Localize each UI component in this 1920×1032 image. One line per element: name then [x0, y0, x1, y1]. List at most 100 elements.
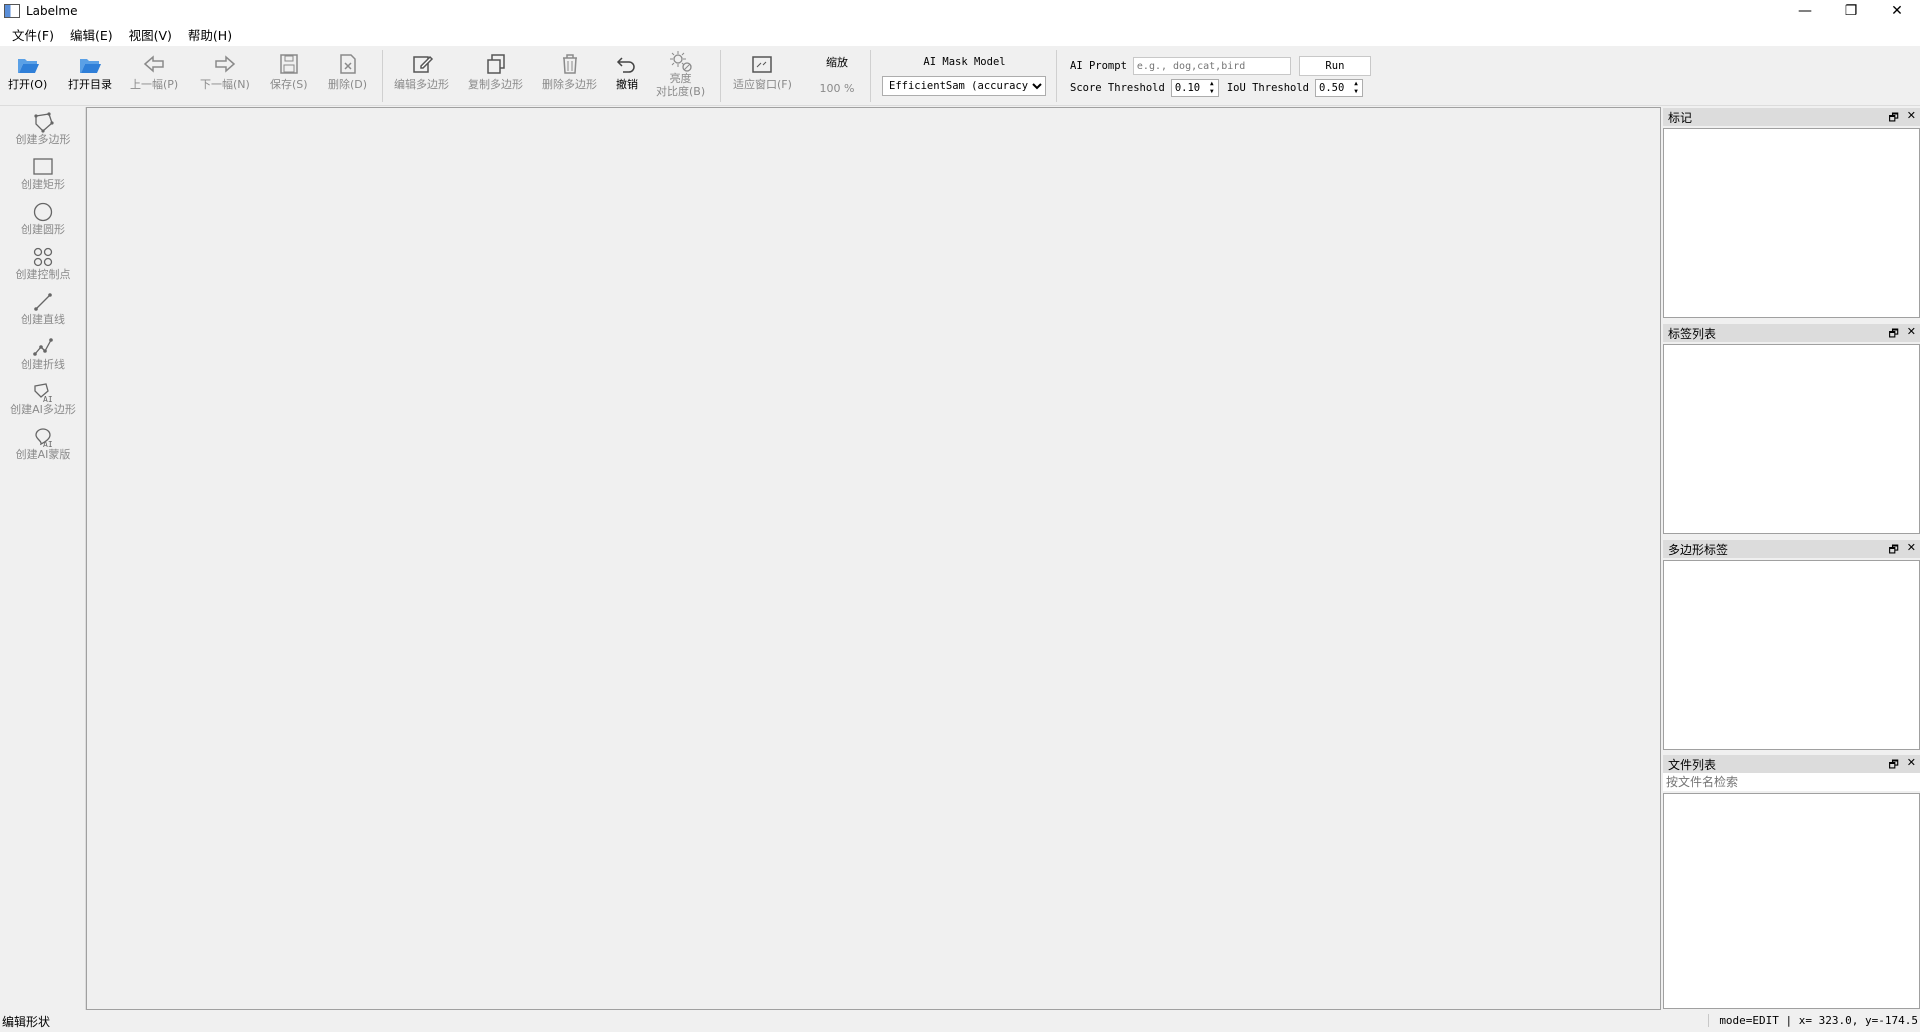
float-icon[interactable]: 🗗 — [1888, 325, 1898, 344]
file-list[interactable] — [1663, 793, 1920, 1009]
label-list-dock: 标签列表 🗗 ✕ — [1663, 324, 1920, 534]
status-coordinates: mode=EDIT | x= 323.0, y=-174.5 — [1708, 1014, 1918, 1027]
label-list[interactable] — [1663, 344, 1920, 534]
file-list-dock-title: 文件列表 — [1668, 757, 1717, 772]
open-button[interactable]: 打开(O) — [8, 52, 47, 91]
brightness-icon — [669, 51, 692, 72]
undo-icon — [616, 57, 635, 73]
minimize-button[interactable]: — — [1782, 0, 1828, 22]
toolbar-separator — [1056, 50, 1057, 102]
run-button[interactable]: Run — [1298, 56, 1371, 76]
prev-image-button[interactable]: 上一幅(P) — [130, 52, 178, 91]
close-window-button[interactable]: ✕ — [1874, 0, 1920, 22]
left-toolbar: 创建多边形 创建矩形 创建圆形 创建控制点 创建直线 创建折线 AI 创建AI多… — [0, 107, 86, 1010]
fit-window-button[interactable]: 适应窗口(F) — [733, 52, 792, 91]
create-ai-mask-button[interactable]: AI 创建AI蒙版 — [0, 426, 86, 461]
ai-polygon-icon: AI — [34, 383, 53, 403]
zoom-widget: 缩放 100 % — [812, 54, 862, 95]
title-bar: Labelme — ❐ ✕ — [0, 0, 1920, 22]
close-icon[interactable]: ✕ — [1907, 541, 1916, 560]
menu-edit[interactable]: 编辑(E) — [62, 25, 121, 44]
ai-mask-model-select[interactable]: EfficientSam (accuracy) — [882, 76, 1046, 96]
delete-polygon-button[interactable]: 删除多边形 — [542, 52, 597, 91]
float-icon[interactable]: 🗗 — [1888, 541, 1898, 560]
trash-icon — [562, 54, 577, 74]
menu-help[interactable]: 帮助(H) — [180, 25, 240, 44]
undo-button[interactable]: 撤销 — [614, 52, 640, 91]
app-icon — [4, 4, 20, 18]
iou-threshold-label: IoU Threshold — [1226, 82, 1310, 94]
ai-badge: AI — [43, 440, 53, 448]
toolbar: 打开(O) 打开目录 上一幅(P) 下一幅(N) 保存(S) 删除(D) 编辑多… — [0, 46, 1920, 106]
create-rectangle-button[interactable]: 创建矩形 — [0, 156, 86, 191]
iou-threshold-spinbox[interactable]: 0.50 ▲ ▼ — [1315, 79, 1364, 97]
arrow-right-icon — [215, 55, 236, 73]
file-search-input[interactable] — [1663, 773, 1920, 791]
fit-window-icon — [752, 56, 773, 73]
linestrip-icon — [33, 338, 53, 356]
zoom-label: 缩放 — [826, 56, 848, 69]
polygon-icon — [34, 112, 54, 133]
create-line-button[interactable]: 创建直线 — [0, 291, 86, 326]
brightness-contrast-button[interactable]: 亮度 对比度(B) — [656, 50, 705, 98]
delete-file-button[interactable]: 删除(D) — [328, 52, 367, 91]
arrow-left-icon — [143, 55, 164, 73]
polygon-labels-dock: 多边形标签 🗗 ✕ — [1663, 540, 1920, 750]
status-bar: 编辑形状 mode=EDIT | x= 323.0, y=-174.5 — [0, 1010, 1920, 1032]
create-ai-polygon-button[interactable]: AI 创建AI多边形 — [0, 381, 86, 416]
toolbar-separator — [870, 50, 871, 102]
create-linestrip-button[interactable]: 创建折线 — [0, 336, 86, 371]
open-dir-button[interactable]: 打开目录 — [68, 52, 112, 91]
restore-button[interactable]: ❐ — [1828, 0, 1874, 22]
status-message: 编辑形状 — [2, 1014, 51, 1029]
menu-file[interactable]: 文件(F) — [4, 25, 62, 44]
ai-prompt-input[interactable] — [1132, 57, 1291, 75]
next-image-button[interactable]: 下一幅(N) — [200, 52, 250, 91]
float-icon[interactable]: 🗗 — [1888, 109, 1898, 128]
rectangle-icon — [33, 158, 53, 175]
polygon-labels-dock-title: 多边形标签 — [1668, 542, 1729, 557]
spin-arrows-icon[interactable]: ▲ ▼ — [1207, 80, 1217, 96]
save-icon — [280, 54, 298, 74]
file-list-dock: 文件列表 🗗 ✕ — [1663, 755, 1920, 1009]
ai-mask-model-header: AI Mask Model — [923, 56, 1006, 68]
ai-mask-model-widget: AI Mask Model EfficientSam (accuracy) — [882, 56, 1047, 96]
flags-dock: 标记 🗗 ✕ — [1663, 108, 1920, 318]
ai-badge: AI — [43, 395, 53, 403]
label-list-dock-title: 标签列表 — [1668, 326, 1717, 341]
close-icon[interactable]: ✕ — [1907, 109, 1916, 128]
folder-open-icon — [17, 59, 39, 73]
spin-arrows-icon[interactable]: ▲ ▼ — [1351, 80, 1361, 96]
float-icon[interactable]: 🗗 — [1888, 756, 1898, 775]
ai-mask-icon: AI — [35, 428, 53, 448]
circle-icon — [33, 202, 53, 222]
folder-open-icon — [80, 59, 101, 73]
close-icon[interactable]: ✕ — [1907, 756, 1916, 775]
flags-list[interactable] — [1663, 128, 1920, 318]
create-polygon-button[interactable]: 创建多边形 — [0, 111, 86, 146]
edit-icon — [412, 55, 433, 73]
line-icon — [34, 293, 52, 311]
toolbar-separator — [720, 50, 721, 102]
flags-dock-title: 标记 — [1668, 110, 1693, 125]
score-threshold-label: Score Threshold — [1070, 82, 1165, 94]
copy-icon — [486, 54, 505, 74]
ai-prompt-label: AI Prompt — [1070, 60, 1127, 72]
score-threshold-spinbox[interactable]: 0.10 ▲ ▼ — [1170, 79, 1219, 97]
menu-view[interactable]: 视图(V) — [121, 25, 180, 44]
create-point-button[interactable]: 创建控制点 — [0, 246, 86, 281]
create-circle-button[interactable]: 创建圆形 — [0, 201, 86, 236]
delete-file-icon — [339, 54, 356, 74]
close-icon[interactable]: ✕ — [1907, 325, 1916, 344]
copy-polygon-button[interactable]: 复制多边形 — [468, 52, 523, 91]
edit-polygon-button[interactable]: 编辑多边形 — [394, 52, 449, 91]
zoom-value[interactable]: 100 % — [812, 82, 862, 95]
toolbar-separator — [382, 50, 383, 102]
points-icon — [33, 247, 53, 267]
image-canvas[interactable] — [86, 107, 1661, 1010]
window-title: Labelme — [26, 4, 78, 18]
ai-prompt-widget: AI Prompt Run Score Threshold 0.10 ▲▼ Io… — [1070, 56, 1371, 100]
polygon-label-list[interactable] — [1663, 560, 1920, 750]
save-button[interactable]: 保存(S) — [270, 52, 308, 91]
menu-bar: 文件(F) 编辑(E) 视图(V) 帮助(H) — [0, 22, 1920, 46]
